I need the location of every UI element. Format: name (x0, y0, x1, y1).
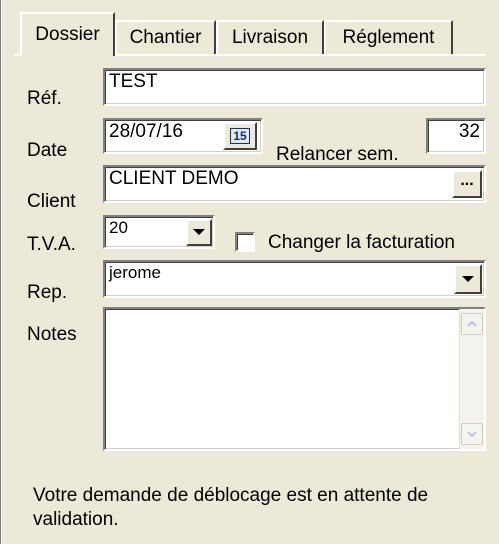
notes-textarea[interactable] (103, 307, 486, 451)
tab-reglement[interactable]: Réglement (324, 20, 453, 54)
client-input[interactable]: CLIENT DEMO (103, 165, 486, 203)
rep-label: Rep. (27, 282, 68, 303)
date-value: 28/07/16 (109, 121, 183, 142)
scroll-down-icon[interactable] (461, 423, 483, 445)
tab-label: Chantier (129, 27, 202, 48)
tab-label: Dossier (35, 24, 100, 45)
rep-select[interactable]: jerome (103, 260, 486, 298)
scroll-up-icon[interactable] (461, 313, 483, 335)
tab-label: Réglement (342, 27, 435, 48)
calendar-day: 15 (230, 128, 250, 144)
tab-label: Livraison (231, 27, 309, 48)
dropdown-arrow-icon[interactable] (454, 264, 482, 294)
tab-dossier[interactable]: Dossier (20, 12, 115, 56)
tva-value: 20 (109, 218, 128, 237)
client-browse-button[interactable]: ... (452, 170, 482, 198)
rep-value: jerome (109, 263, 161, 282)
notes-label: Notes (27, 324, 77, 345)
form-window: Dossier Chantier Livraison Réglement Réf… (0, 0, 499, 544)
notes-scrollbar[interactable] (459, 309, 484, 449)
relancer-label: Relancer sem. (276, 144, 399, 165)
tab-chantier[interactable]: Chantier (115, 20, 216, 54)
tab-livraison[interactable]: Livraison (216, 20, 324, 54)
relancer-input[interactable]: 32 (426, 118, 486, 154)
date-label: Date (27, 140, 68, 161)
changer-facturation-label: Changer la facturation (268, 232, 455, 253)
tva-label: T.V.A. (27, 234, 76, 255)
ref-input[interactable]: TEST (103, 68, 486, 106)
client-value: CLIENT DEMO (109, 168, 239, 189)
window-edge (0, 0, 7, 544)
dropdown-arrow-icon[interactable] (186, 219, 212, 246)
calendar-icon[interactable]: 15 (223, 122, 257, 150)
ref-label: Réf. (27, 88, 62, 109)
changer-facturation-checkbox[interactable] (235, 232, 255, 252)
status-message: Votre demande de déblocage est en attent… (33, 485, 429, 530)
client-browse-label: ... (460, 172, 474, 189)
client-label: Client (27, 191, 76, 212)
